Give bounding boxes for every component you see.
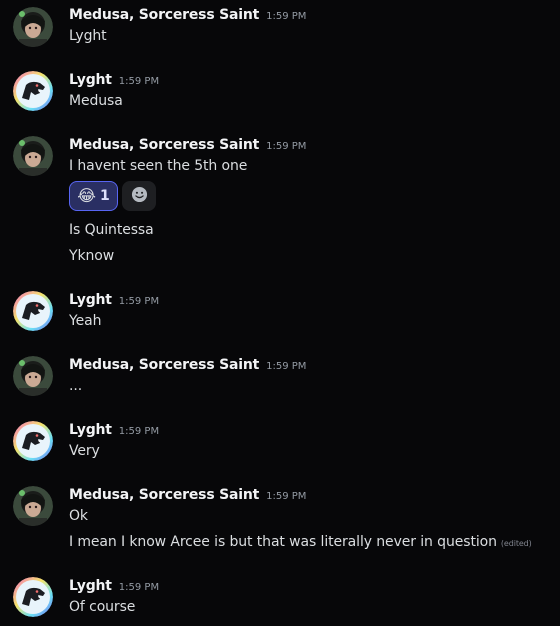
username[interactable]: Medusa, Sorceress Saint xyxy=(69,357,259,373)
message-text: I havent seen the 5th one xyxy=(69,158,248,174)
medusa-avatar[interactable] xyxy=(13,486,53,526)
username[interactable]: Medusa, Sorceress Saint xyxy=(69,137,259,153)
chat-message-list: Medusa, Sorceress Saint 1:59 PM Lyght Lyg… xyxy=(0,0,560,626)
timestamp[interactable]: 1:59 PM xyxy=(119,76,159,87)
message-header: Lyght 1:59 PM xyxy=(69,420,159,441)
message-text: Yknow xyxy=(69,248,115,264)
reaction-joy[interactable]: 😂 1 xyxy=(69,181,118,211)
timestamp[interactable]: 1:59 PM xyxy=(119,582,159,593)
message-header: Medusa, Sorceress Saint 1:59 PM xyxy=(69,355,306,376)
message-text-edited: I mean I know Arcee is but that was lite… xyxy=(69,533,532,553)
message-body: I mean I know Arcee is but that was lite… xyxy=(69,534,497,550)
message-header: Medusa, Sorceress Saint 1:59 PM xyxy=(69,135,306,156)
lyght-dino-avatar[interactable] xyxy=(13,291,53,331)
timestamp[interactable]: 1:59 PM xyxy=(119,296,159,307)
medusa-avatar[interactable] xyxy=(13,7,53,47)
username[interactable]: Lyght xyxy=(69,422,112,438)
lyght-dino-avatar[interactable] xyxy=(13,71,53,111)
lyght-dino-avatar[interactable] xyxy=(13,577,53,617)
username[interactable]: Lyght xyxy=(69,578,112,594)
edited-label: (edited) xyxy=(500,539,532,548)
message-text: Is Quintessa xyxy=(69,222,154,238)
timestamp[interactable]: 1:59 PM xyxy=(266,141,306,152)
message-text: Yeah xyxy=(69,313,102,329)
timestamp[interactable]: 1:59 PM xyxy=(266,11,306,22)
reaction-count: 1 xyxy=(99,188,110,204)
lyght-dino-avatar[interactable] xyxy=(13,421,53,461)
message-header: Lyght 1:59 PM xyxy=(69,70,159,91)
timestamp[interactable]: 1:59 PM xyxy=(266,491,306,502)
medusa-avatar[interactable] xyxy=(13,136,53,176)
message-text: Lyght xyxy=(69,28,107,44)
timestamp[interactable]: 1:59 PM xyxy=(266,361,306,372)
message-text: Ok xyxy=(69,508,88,524)
medusa-avatar[interactable] xyxy=(13,356,53,396)
message-text: ... xyxy=(69,378,83,394)
message-header: Medusa, Sorceress Saint 1:59 PM xyxy=(69,485,306,506)
timestamp[interactable]: 1:59 PM xyxy=(119,426,159,437)
username[interactable]: Lyght xyxy=(69,292,112,308)
message-text: Medusa xyxy=(69,93,123,109)
username[interactable]: Medusa, Sorceress Saint xyxy=(69,7,259,23)
username[interactable]: Medusa, Sorceress Saint xyxy=(69,487,259,503)
message-text: Of course xyxy=(69,599,136,615)
joy-emoji-icon: 😂 xyxy=(77,186,96,205)
add-reaction-button[interactable] xyxy=(122,181,156,211)
message-header: Lyght 1:59 PM xyxy=(69,290,159,311)
message-text: Very xyxy=(69,443,100,459)
message-header: Lyght 1:59 PM xyxy=(69,576,159,597)
username[interactable]: Lyght xyxy=(69,72,112,88)
message-header: Medusa, Sorceress Saint 1:59 PM xyxy=(69,5,306,26)
add-reaction-smiley-icon xyxy=(131,186,148,207)
